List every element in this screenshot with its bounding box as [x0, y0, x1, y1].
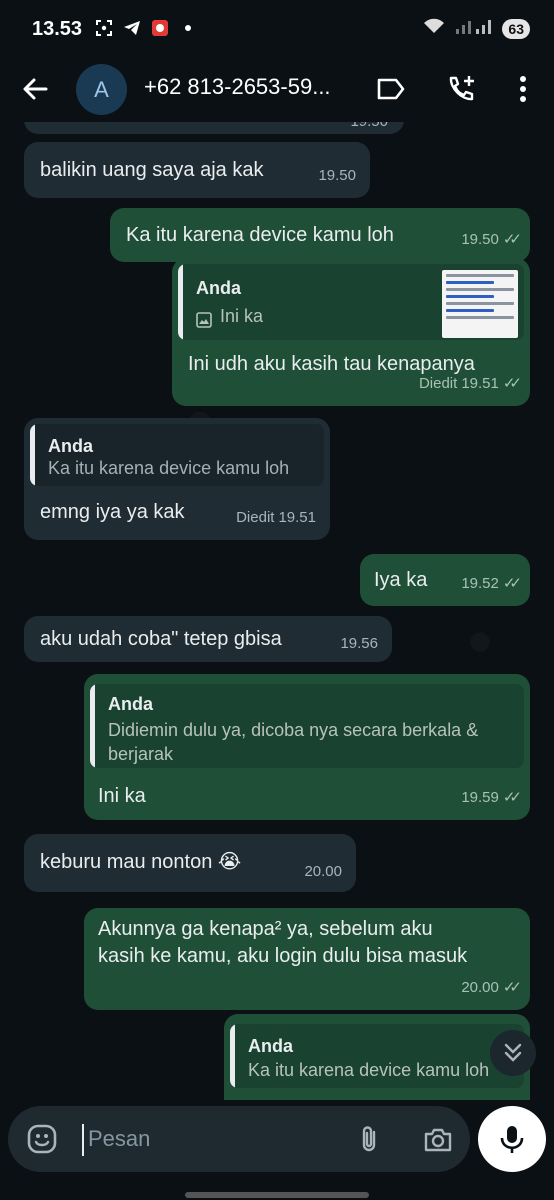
quote-author: Anda	[196, 278, 241, 298]
voice-message-button[interactable]	[478, 1106, 546, 1172]
quote-text: Didiemin dulu ya, dicoba nya secara berk…	[108, 720, 479, 764]
quoted-message[interactable]: Anda Ka itu karena device kamu loh	[30, 424, 324, 486]
image-icon	[196, 308, 212, 336]
camera-icon[interactable]	[422, 1124, 454, 1156]
message-time: 19.50	[461, 231, 499, 248]
message-text: emng iya ya kak	[40, 501, 185, 523]
attach-icon[interactable]	[353, 1123, 385, 1155]
message-text: aku udah coba" tetep gbisa	[40, 628, 282, 650]
message-time: 19.59	[461, 789, 499, 806]
message-incoming[interactable]: Anda Ka itu karena device kamu loh emng …	[24, 418, 330, 540]
message-text: Ka itu karena device kamu loh	[126, 224, 394, 246]
message-time: 19.52	[461, 575, 499, 592]
image-thumbnail	[442, 270, 518, 338]
message-incoming[interactable]: keburu mau nonton 😭 20.00	[24, 834, 356, 892]
read-ticks-icon: ✓✓	[502, 789, 522, 806]
label-icon[interactable]	[374, 72, 408, 106]
message-text: Ini ka	[98, 785, 146, 807]
message-incoming[interactable]: 19.50	[24, 122, 404, 134]
message-incoming[interactable]: balikin uang saya aja kak 19.50	[24, 142, 370, 198]
message-time: 19.56	[340, 635, 378, 652]
edited-label: Diedit	[236, 509, 275, 526]
message-time: 19.50	[350, 122, 388, 136]
status-time: 13.53	[32, 18, 83, 40]
mic-icon	[500, 1126, 524, 1153]
quoted-message[interactable]: Anda Ka itu karena device kamu loh	[230, 1024, 524, 1088]
message-time: 19.51	[278, 509, 316, 526]
message-time: 20.00	[304, 863, 342, 880]
quoted-message[interactable]: Anda Didiemin dulu ya, dicoba nya secara…	[90, 684, 524, 768]
edited-label: Diedit	[418, 375, 458, 392]
message-outgoing[interactable]: Ka itu karena device kamu loh 19.50 ✓✓	[110, 208, 530, 262]
message-text: Iya ka	[374, 569, 428, 591]
message-incoming[interactable]: aku udah coba" tetep gbisa 19.56	[24, 616, 392, 662]
message-time: 19.51	[461, 375, 499, 392]
read-ticks-icon: ✓✓	[502, 575, 522, 592]
text-caret	[82, 1124, 84, 1156]
back-arrow-icon[interactable]	[20, 74, 50, 104]
quoted-message[interactable]: Anda Ini ka	[178, 264, 524, 340]
status-bar: 13.53 63	[0, 0, 554, 56]
read-ticks-icon: ✓✓	[502, 375, 522, 392]
quote-author: Anda	[248, 1036, 293, 1056]
message-text: balikin uang saya aja kak	[40, 159, 264, 181]
signal-icon	[454, 17, 494, 40]
message-text: Akunnya ga kenapa² ya, sebelum aku kasih…	[98, 918, 468, 967]
chat-area[interactable]: 19.50 balikin uang saya aja kak 19.50 Ka…	[0, 122, 554, 1100]
message-text: keburu mau nonton 😭	[40, 851, 242, 873]
quote-text: Ka itu karena device kamu loh	[48, 458, 290, 478]
more-vert-icon[interactable]	[506, 72, 540, 106]
read-ticks-icon: ✓✓	[502, 231, 522, 248]
message-outgoing[interactable]: Anda Ka itu karena device kamu loh	[224, 1014, 530, 1100]
message-composer	[8, 1106, 470, 1172]
battery-indicator: 63	[502, 18, 530, 39]
message-input[interactable]	[88, 1122, 338, 1156]
home-indicator[interactable]	[185, 1192, 369, 1198]
double-chevron-down-icon	[504, 1043, 522, 1062]
message-time: 20.00	[461, 979, 499, 996]
quote-author: Anda	[108, 694, 153, 714]
quote-text: Ka itu karena device kamu loh	[248, 1060, 488, 1080]
scroll-to-bottom-button[interactable]	[490, 1030, 536, 1076]
wifi-icon	[422, 17, 446, 40]
read-ticks-icon: ✓✓	[502, 979, 522, 996]
emoji-icon[interactable]	[26, 1123, 58, 1155]
message-outgoing[interactable]: Akunnya ga kenapa² ya, sebelum aku kasih…	[84, 908, 530, 1010]
system-nav-bar	[0, 1182, 554, 1200]
message-outgoing[interactable]: Anda Didiemin dulu ya, dicoba nya secara…	[84, 674, 530, 820]
contact-title[interactable]: +62 813-2653-59...	[144, 74, 354, 100]
dot-icon	[178, 18, 197, 37]
add-call-icon[interactable]	[444, 72, 478, 106]
telegram-icon	[122, 18, 141, 37]
message-time: 19.50	[318, 167, 356, 184]
avatar[interactable]: A	[76, 64, 127, 115]
message-outgoing[interactable]: Iya ka 19.52 ✓✓	[360, 554, 530, 606]
chat-header: A +62 813-2653-59...	[0, 56, 554, 122]
quote-text: Ini ka	[220, 306, 264, 326]
message-outgoing[interactable]: Anda Ini ka Ini udh aku kasih tau kenapa…	[172, 258, 530, 406]
screen-record-icon	[94, 18, 113, 37]
app-notification-icon	[150, 18, 169, 37]
